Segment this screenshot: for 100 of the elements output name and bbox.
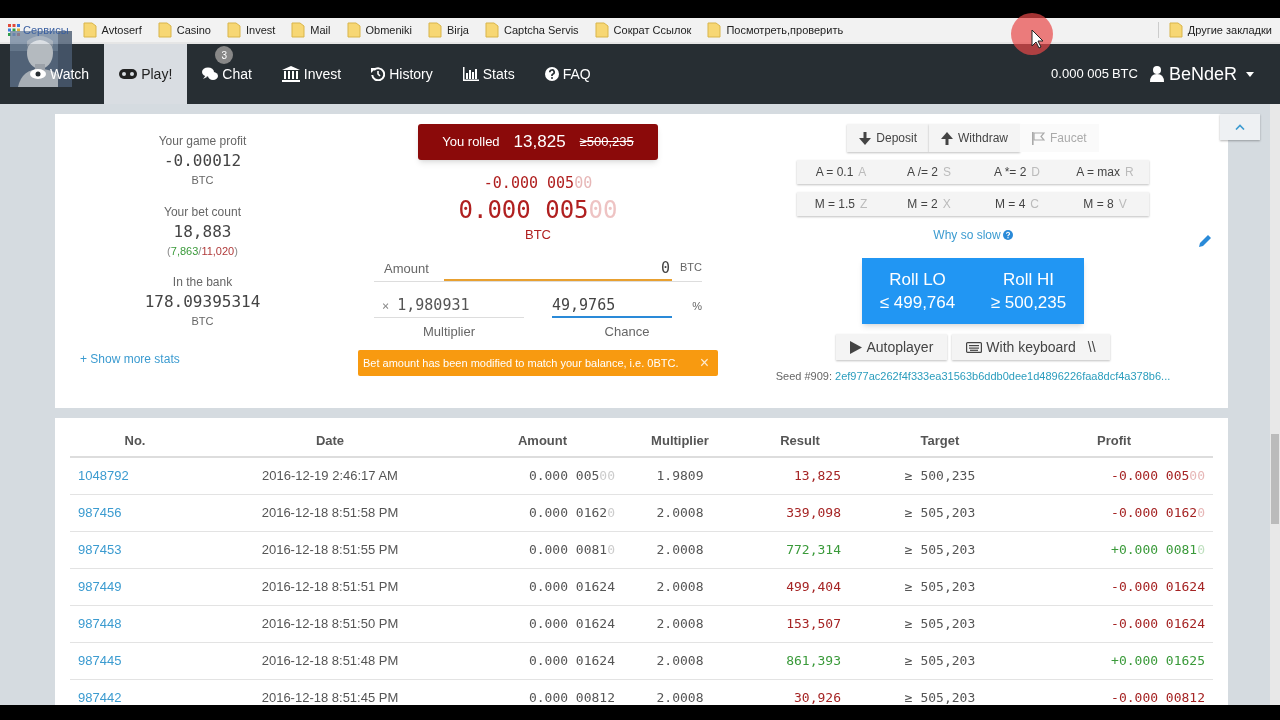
nav-tab[interactable]: Invest	[266, 44, 357, 104]
table-cell-text: 1.9809	[655, 467, 705, 486]
nav-tab[interactable]: Chat 3	[187, 44, 267, 104]
question-icon	[544, 67, 559, 81]
scrollbar[interactable]	[1270, 104, 1280, 705]
table-cell-text: 2.0008	[655, 615, 705, 634]
payout-amount: 0.000 00500	[458, 194, 618, 225]
folder-icon	[157, 22, 172, 38]
mode-button[interactable]: With keyboard \\	[952, 334, 1110, 360]
stat-unit: BTC	[191, 314, 214, 329]
stat-label: Your bet count	[164, 203, 241, 221]
wallet-button[interactable]: Deposit	[847, 124, 929, 152]
chat-icon	[202, 67, 219, 81]
table-cell: +0.000 01625	[1111, 653, 1205, 669]
table-cell-text: ≥ 505,203	[903, 541, 977, 560]
nav-tab[interactable]: Stats	[447, 44, 530, 104]
table-cell: -0.000 01624	[1111, 579, 1205, 595]
bracket: )	[234, 243, 238, 259]
count-badge: 3	[215, 46, 234, 64]
win-count: 7,863	[170, 243, 199, 259]
table-cell: -0.000 00812	[1111, 690, 1205, 705]
mode-button[interactable]: Autoplayer	[836, 334, 948, 360]
shortcut-button[interactable]: A = 0.1 A	[797, 160, 885, 184]
alert-text: Bet amount has been modified to match your balance, i.e. 0BTC.	[363, 355, 680, 371]
table-cell-text: 2016-12-18 8:51:58 PM	[260, 504, 400, 523]
table-cell-text: ≥ 505,203	[903, 652, 977, 671]
shortcut-button[interactable]: M = 8 V	[1061, 192, 1149, 216]
column-header: Amount	[516, 432, 569, 451]
table-cell-text: 13,825	[793, 467, 842, 486]
nav-tab[interactable]: History	[356, 44, 448, 104]
chance-field[interactable]: 49,9765	[552, 294, 672, 318]
stat-value: -0.00012	[163, 150, 242, 172]
table-cell-text: 153,507	[785, 615, 842, 634]
pencil-icon	[1199, 234, 1212, 247]
table-cell-text: 2016-12-18 8:51:51 PM	[260, 578, 400, 597]
seed-label: Seed #909:	[775, 369, 833, 384]
table-cell-text: 30,926	[793, 689, 842, 705]
field-unit: %	[691, 298, 702, 314]
stat-unit: BTC	[191, 173, 214, 188]
shortcut-button[interactable]: M = 1.5 Z	[797, 192, 885, 216]
shortcut-button[interactable]: A *= 2 D	[973, 160, 1061, 184]
table-cell: -0.000 01620	[1111, 505, 1205, 521]
folder-icon	[227, 22, 241, 38]
bookmark-folder[interactable]: Сократ Ссылок	[613, 21, 692, 39]
gamepad-icon	[119, 68, 138, 80]
stat-label: Your game profit	[158, 133, 247, 150]
wallet-button[interactable]: Withdraw	[929, 124, 1020, 152]
shortcut-button[interactable]: M = 4 C	[973, 192, 1061, 216]
loss-count: 11,020	[201, 243, 235, 259]
stat-label: In the bank	[172, 274, 233, 291]
multiplier-field[interactable]: × 1,980931	[374, 294, 524, 318]
balance-amount: 0.000 005	[1051, 65, 1109, 84]
table-cell: 0.000 01624	[528, 579, 615, 595]
user-icon	[1149, 66, 1164, 82]
field-value: 1,980931	[397, 295, 470, 317]
nav-tab[interactable]: Play!	[104, 44, 188, 104]
table-cell-text: 2.0008	[655, 578, 705, 597]
table-cell-text: 2016-12-18 8:51:55 PM	[260, 541, 400, 560]
folder-icon	[485, 22, 499, 38]
column-header: Date	[314, 432, 346, 451]
bookmark-folder[interactable]: Birja	[447, 21, 469, 39]
table-cell-text: 2.0008	[655, 504, 705, 523]
bookmark-folder[interactable]: Другие закладки	[1187, 21, 1272, 39]
flag-icon	[1032, 131, 1045, 145]
user-menu[interactable]: BeNdeR	[1149, 44, 1254, 104]
folder-icon	[594, 22, 609, 38]
bookmark-folder[interactable]: Avtoserf	[101, 21, 142, 39]
down-arrow-icon	[859, 131, 872, 145]
bookmark-folder[interactable]: Mail	[310, 21, 331, 39]
result-value: 13,825	[513, 131, 566, 154]
column-header: No.	[123, 432, 147, 451]
shortcut-button[interactable]: A = max R	[1061, 160, 1149, 184]
help-icon	[1002, 230, 1013, 240]
field-label: Chance	[604, 323, 650, 341]
table-cell-text: ≥ 505,203	[903, 578, 977, 597]
bookmark-folder[interactable]: Посмотреть,проверить	[726, 21, 844, 39]
amount-field[interactable]: 0	[444, 256, 672, 281]
bookmark-folder[interactable]: Obmeniki	[365, 21, 412, 39]
bar-chart-icon	[462, 67, 479, 81]
nav-tab[interactable]: FAQ	[529, 44, 606, 104]
field-label: Amount	[383, 259, 430, 278]
folder-icon	[346, 22, 361, 38]
bracket: (	[167, 243, 171, 259]
prefix-sign: ×	[381, 297, 391, 315]
shortcut-button[interactable]: M = 2 X	[885, 192, 973, 216]
result-label: You rolled	[442, 133, 500, 152]
table-cell-text: 2.0008	[655, 541, 705, 560]
folder-icon	[428, 22, 442, 38]
collapse-button[interactable]	[1220, 114, 1260, 140]
cursor-icon	[1010, 12, 1054, 56]
column-header: Multiplier	[650, 432, 710, 451]
bookmark-folder[interactable]: Casino	[176, 21, 211, 39]
keyboard-icon	[966, 341, 983, 353]
bookmark-folder[interactable]: Captcha Servis	[504, 21, 579, 39]
caret-icon	[1246, 71, 1254, 77]
bookmark-folder[interactable]: Invest	[246, 21, 276, 39]
stat-value: 178.09395314	[144, 291, 261, 313]
table-cell-text: ≥ 505,203	[903, 504, 977, 523]
play-icon	[850, 340, 863, 354]
shortcut-button[interactable]: A /= 2 S	[885, 160, 973, 184]
